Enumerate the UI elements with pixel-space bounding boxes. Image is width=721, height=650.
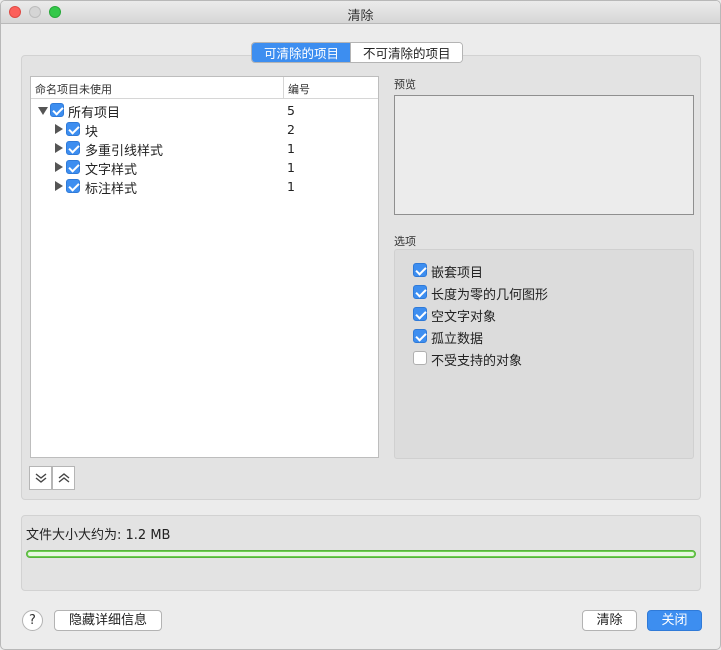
tree-row-text-styles[interactable]: 文字样式 1	[31, 158, 378, 178]
tree-row-number: 2	[287, 122, 295, 137]
all-items-checkbox[interactable]	[50, 103, 64, 117]
tree-row-multileader-styles[interactable]: 多重引线样式 1	[31, 139, 378, 159]
double-chevron-up-icon	[58, 473, 70, 483]
unused-items-tree[interactable]: 命名项目未使用 编号 所有项目 5 块 2 多重引线样式 1 文字样式 1 标注…	[30, 76, 379, 458]
close-button[interactable]: 关闭	[647, 610, 702, 631]
tab-purgeable-items[interactable]: 可清除的项目	[252, 43, 351, 62]
option-unsupported-objects[interactable]: 不受支持的对象	[395, 348, 693, 369]
option-label: 不受支持的对象	[431, 354, 523, 369]
option-empty-text-objects[interactable]: 空文字对象	[395, 304, 693, 325]
option-label: 长度为零的几何图形	[431, 288, 549, 303]
tree-row-dimension-styles[interactable]: 标注样式 1	[31, 177, 378, 197]
text-styles-checkbox[interactable]	[66, 160, 80, 174]
option-label: 空文字对象	[431, 310, 497, 325]
dimension-styles-checkbox[interactable]	[66, 179, 80, 193]
nested-items-checkbox[interactable]	[413, 263, 427, 277]
double-chevron-down-icon	[35, 473, 47, 483]
column-header-name[interactable]: 命名项目未使用	[35, 81, 112, 97]
options-label: 选项	[394, 235, 416, 248]
tree-row-label: 块	[85, 125, 99, 140]
tree-row-label: 多重引线样式	[85, 144, 164, 159]
purge-button[interactable]: 清除	[582, 610, 637, 631]
collapse-all-button[interactable]	[52, 466, 75, 490]
window-title: 清除	[347, 9, 374, 24]
column-divider[interactable]	[283, 77, 284, 99]
file-size-label: 文件大小大约为: 1.2 MB	[26, 528, 171, 543]
tree-row-label: 标注样式	[85, 182, 138, 197]
tree-row-number: 5	[287, 103, 295, 118]
tree-row-number: 1	[287, 141, 295, 156]
tree-row-all-items[interactable]: 所有项目 5	[31, 101, 378, 121]
zero-length-geometry-checkbox[interactable]	[413, 285, 427, 299]
option-zero-length-geometry[interactable]: 长度为零的几何图形	[395, 282, 693, 303]
expand-arrow-icon[interactable]	[55, 181, 63, 191]
tree-row-label: 文字样式	[85, 163, 138, 178]
tab-switcher: 可清除的项目 不可清除的项目	[251, 42, 463, 63]
title-bar: 清除	[1, 1, 720, 24]
help-button[interactable]: ?	[22, 610, 43, 631]
purge-dialog: 清除 可清除的项目 不可清除的项目 命名项目未使用 编号 所有项目 5 块 2 …	[0, 0, 721, 650]
preview-label: 预览	[394, 78, 416, 91]
options-panel: 嵌套项目 长度为零的几何图形 空文字对象 孤立数据 不受支持的对象	[394, 249, 694, 459]
hide-details-button[interactable]: 隐藏详细信息	[54, 610, 162, 631]
tree-row-number: 1	[287, 160, 295, 175]
file-size-bar	[26, 550, 696, 558]
orphaned-data-checkbox[interactable]	[413, 329, 427, 343]
expand-all-button[interactable]	[29, 466, 52, 490]
collapse-arrow-icon[interactable]	[38, 107, 48, 115]
tree-header: 命名项目未使用 编号	[31, 77, 378, 99]
column-header-number[interactable]: 编号	[288, 81, 310, 97]
blocks-checkbox[interactable]	[66, 122, 80, 136]
unsupported-objects-checkbox[interactable]	[413, 351, 427, 365]
expand-arrow-icon[interactable]	[55, 143, 63, 153]
option-orphaned-data[interactable]: 孤立数据	[395, 326, 693, 347]
multileader-styles-checkbox[interactable]	[66, 141, 80, 155]
tree-row-label: 所有项目	[68, 106, 121, 121]
tab-non-purgeable-items[interactable]: 不可清除的项目	[350, 43, 462, 62]
option-nested-items[interactable]: 嵌套项目	[395, 260, 693, 281]
tree-row-number: 1	[287, 179, 295, 194]
expand-arrow-icon[interactable]	[55, 162, 63, 172]
empty-text-objects-checkbox[interactable]	[413, 307, 427, 321]
option-label: 嵌套项目	[431, 266, 484, 281]
option-label: 孤立数据	[431, 332, 484, 347]
file-size-bar-highlight	[28, 552, 694, 556]
tree-row-blocks[interactable]: 块 2	[31, 120, 378, 140]
expand-arrow-icon[interactable]	[55, 124, 63, 134]
preview-area	[394, 95, 694, 215]
